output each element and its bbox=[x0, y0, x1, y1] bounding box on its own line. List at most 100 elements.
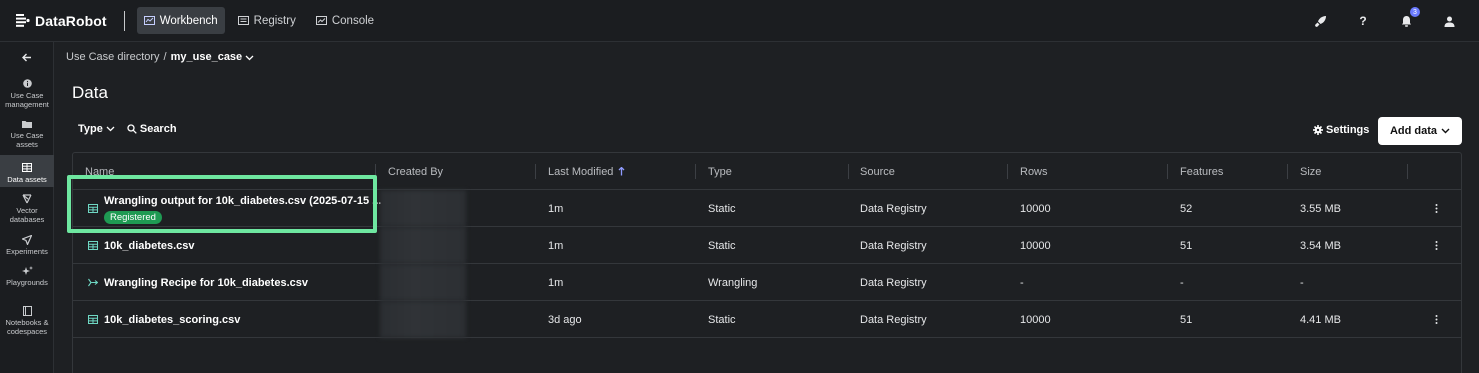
column-resize-handle[interactable] bbox=[848, 164, 849, 179]
sidebar-item-experiments[interactable]: Experiments bbox=[0, 228, 54, 259]
features-cell: 51 bbox=[1180, 239, 1193, 252]
dataset-name: Wrangling Recipe for 10k_diabetes.csv bbox=[104, 276, 308, 289]
sidebar-item-use-case-assets[interactable]: Use Case assets bbox=[0, 112, 54, 155]
created-by-redacted bbox=[380, 227, 466, 264]
settings-button[interactable]: Settings bbox=[1313, 124, 1369, 136]
data-assets-table: Name Created By Last Modified Type Sourc… bbox=[72, 152, 1462, 373]
column-header-rows[interactable]: Rows bbox=[1020, 153, 1048, 190]
bell-icon[interactable]: 3 bbox=[1398, 7, 1420, 29]
column-header-name[interactable]: Name bbox=[85, 153, 114, 190]
add-data-button[interactable]: Add data bbox=[1378, 117, 1462, 145]
column-header-source[interactable]: Source bbox=[860, 153, 895, 190]
dataset-name-cell[interactable]: 10k_diabetes.csv bbox=[88, 227, 195, 264]
registry-icon bbox=[237, 16, 249, 25]
last-modified-cell: 1m bbox=[548, 276, 564, 289]
rows-cell: 10000 bbox=[1020, 313, 1051, 326]
sidebar-item-playgrounds[interactable]: Playgrounds bbox=[0, 259, 54, 299]
breadcrumb: Use Case directory / my_use_case bbox=[66, 51, 254, 63]
features-cell: - bbox=[1180, 276, 1184, 289]
dataset-name-cell[interactable]: 10k_diabetes_scoring.csv bbox=[88, 301, 240, 338]
column-resize-handle[interactable] bbox=[1407, 164, 1408, 179]
dataset-name: 10k_diabetes.csv bbox=[104, 239, 195, 252]
column-resize-handle[interactable] bbox=[535, 164, 536, 179]
row-actions-menu[interactable] bbox=[1429, 227, 1443, 264]
table-icon bbox=[88, 204, 98, 213]
logo-text: DataRobot bbox=[35, 12, 107, 29]
logo[interactable]: DataRobot bbox=[16, 0, 107, 42]
table-row[interactable]: 10k_diabetes.csv 1m Static Data Registry… bbox=[73, 227, 1461, 264]
notification-badge: 3 bbox=[1410, 7, 1420, 17]
gear-icon bbox=[1313, 125, 1323, 135]
sidebar-item-notebooks-codespaces[interactable]: Notebooks & codespaces bbox=[0, 299, 54, 345]
sidebar-item-label: Notebooks & codespaces bbox=[5, 318, 49, 336]
filter-toolbar: Type Search bbox=[78, 123, 177, 135]
row-actions-menu[interactable] bbox=[1429, 301, 1443, 338]
sidebar-item-vector-databases[interactable]: Vector databases bbox=[0, 187, 54, 228]
size-cell: 3.54 MB bbox=[1300, 239, 1341, 252]
dataset-name-cell[interactable]: Wrangling output for 10k_diabetes.csv (2… bbox=[88, 190, 381, 227]
nav-console-label: Console bbox=[331, 14, 375, 27]
type-cell: Static bbox=[708, 202, 736, 215]
nav-registry[interactable]: Registry bbox=[231, 7, 303, 34]
send-icon bbox=[22, 234, 32, 245]
column-header-type[interactable]: Type bbox=[708, 153, 732, 190]
column-resize-handle[interactable] bbox=[1007, 164, 1008, 179]
column-header-created-by[interactable]: Created By bbox=[388, 153, 443, 190]
info-icon bbox=[22, 78, 32, 89]
top-right-actions: ? 3 bbox=[1312, 0, 1479, 42]
column-header-last-modified[interactable]: Last Modified bbox=[548, 153, 625, 190]
rows-cell: 10000 bbox=[1020, 239, 1051, 252]
features-cell: 52 bbox=[1180, 202, 1193, 215]
settings-label: Settings bbox=[1326, 124, 1370, 136]
features-cell: 51 bbox=[1180, 313, 1193, 326]
column-header-features[interactable]: Features bbox=[1180, 153, 1223, 190]
source-cell: Data Registry bbox=[860, 313, 927, 326]
row-actions-menu[interactable] bbox=[1429, 190, 1443, 227]
breadcrumb-current[interactable]: my_use_case bbox=[171, 51, 243, 63]
help-icon[interactable]: ? bbox=[1355, 13, 1371, 29]
datarobot-logo-icon bbox=[16, 14, 30, 27]
source-cell: Data Registry bbox=[860, 276, 927, 289]
chevron-down-icon bbox=[1441, 128, 1450, 134]
type-filter-label: Type bbox=[78, 123, 103, 135]
nav-registry-label: Registry bbox=[253, 14, 296, 27]
recipe-icon bbox=[88, 278, 98, 287]
registered-badge: Registered bbox=[104, 210, 162, 224]
rows-cell: 10000 bbox=[1020, 202, 1051, 215]
table-header: Name Created By Last Modified Type Sourc… bbox=[73, 153, 1461, 190]
nav-workbench-label: Workbench bbox=[159, 14, 218, 27]
search-icon bbox=[127, 124, 137, 134]
last-modified-cell: 1m bbox=[548, 202, 564, 215]
table-row[interactable]: Wrangling output for 10k_diabetes.csv (2… bbox=[73, 190, 1461, 227]
created-by-redacted bbox=[380, 190, 466, 227]
column-resize-handle[interactable] bbox=[1287, 164, 1288, 179]
sort-ascending-icon bbox=[618, 167, 625, 176]
table-row[interactable]: Wrangling Recipe for 10k_diabetes.csv 1m… bbox=[73, 264, 1461, 301]
sidebar-item-label: Playgrounds bbox=[6, 278, 48, 287]
column-resize-handle[interactable] bbox=[695, 164, 696, 179]
search-button[interactable]: Search bbox=[127, 123, 177, 135]
sidebar-item-data-assets[interactable]: Data assets bbox=[0, 155, 54, 187]
column-header-size[interactable]: Size bbox=[1300, 153, 1321, 190]
source-cell: Data Registry bbox=[860, 202, 927, 215]
breadcrumb-parent[interactable]: Use Case directory bbox=[66, 51, 160, 63]
back-button[interactable] bbox=[0, 42, 53, 72]
type-cell: Static bbox=[708, 313, 736, 326]
type-filter-dropdown[interactable]: Type bbox=[78, 123, 115, 135]
nav-console[interactable]: Console bbox=[309, 7, 381, 34]
rocket-icon[interactable] bbox=[1312, 13, 1328, 29]
table-icon bbox=[22, 162, 32, 173]
dataset-name: Wrangling output for 10k_diabetes.csv (2… bbox=[104, 194, 382, 207]
chevron-down-icon[interactable] bbox=[245, 55, 254, 61]
column-resize-handle[interactable] bbox=[1167, 164, 1168, 179]
top-bar: DataRobot Workbench Registry Console ? 3 bbox=[0, 0, 1479, 42]
table-row[interactable]: 10k_diabetes_scoring.csv 3d ago Static D… bbox=[73, 301, 1461, 338]
sidebar-item-use-case-management[interactable]: Use Case management bbox=[0, 72, 54, 112]
dataset-name-cell[interactable]: Wrangling Recipe for 10k_diabetes.csv bbox=[88, 264, 308, 301]
last-modified-cell: 3d ago bbox=[548, 313, 582, 326]
column-resize-handle[interactable] bbox=[375, 164, 376, 179]
user-avatar-icon[interactable] bbox=[1441, 13, 1457, 29]
nav-workbench[interactable]: Workbench bbox=[136, 7, 225, 34]
rows-cell: - bbox=[1020, 276, 1024, 289]
sidebar-item-label: Use Case management bbox=[5, 91, 49, 109]
